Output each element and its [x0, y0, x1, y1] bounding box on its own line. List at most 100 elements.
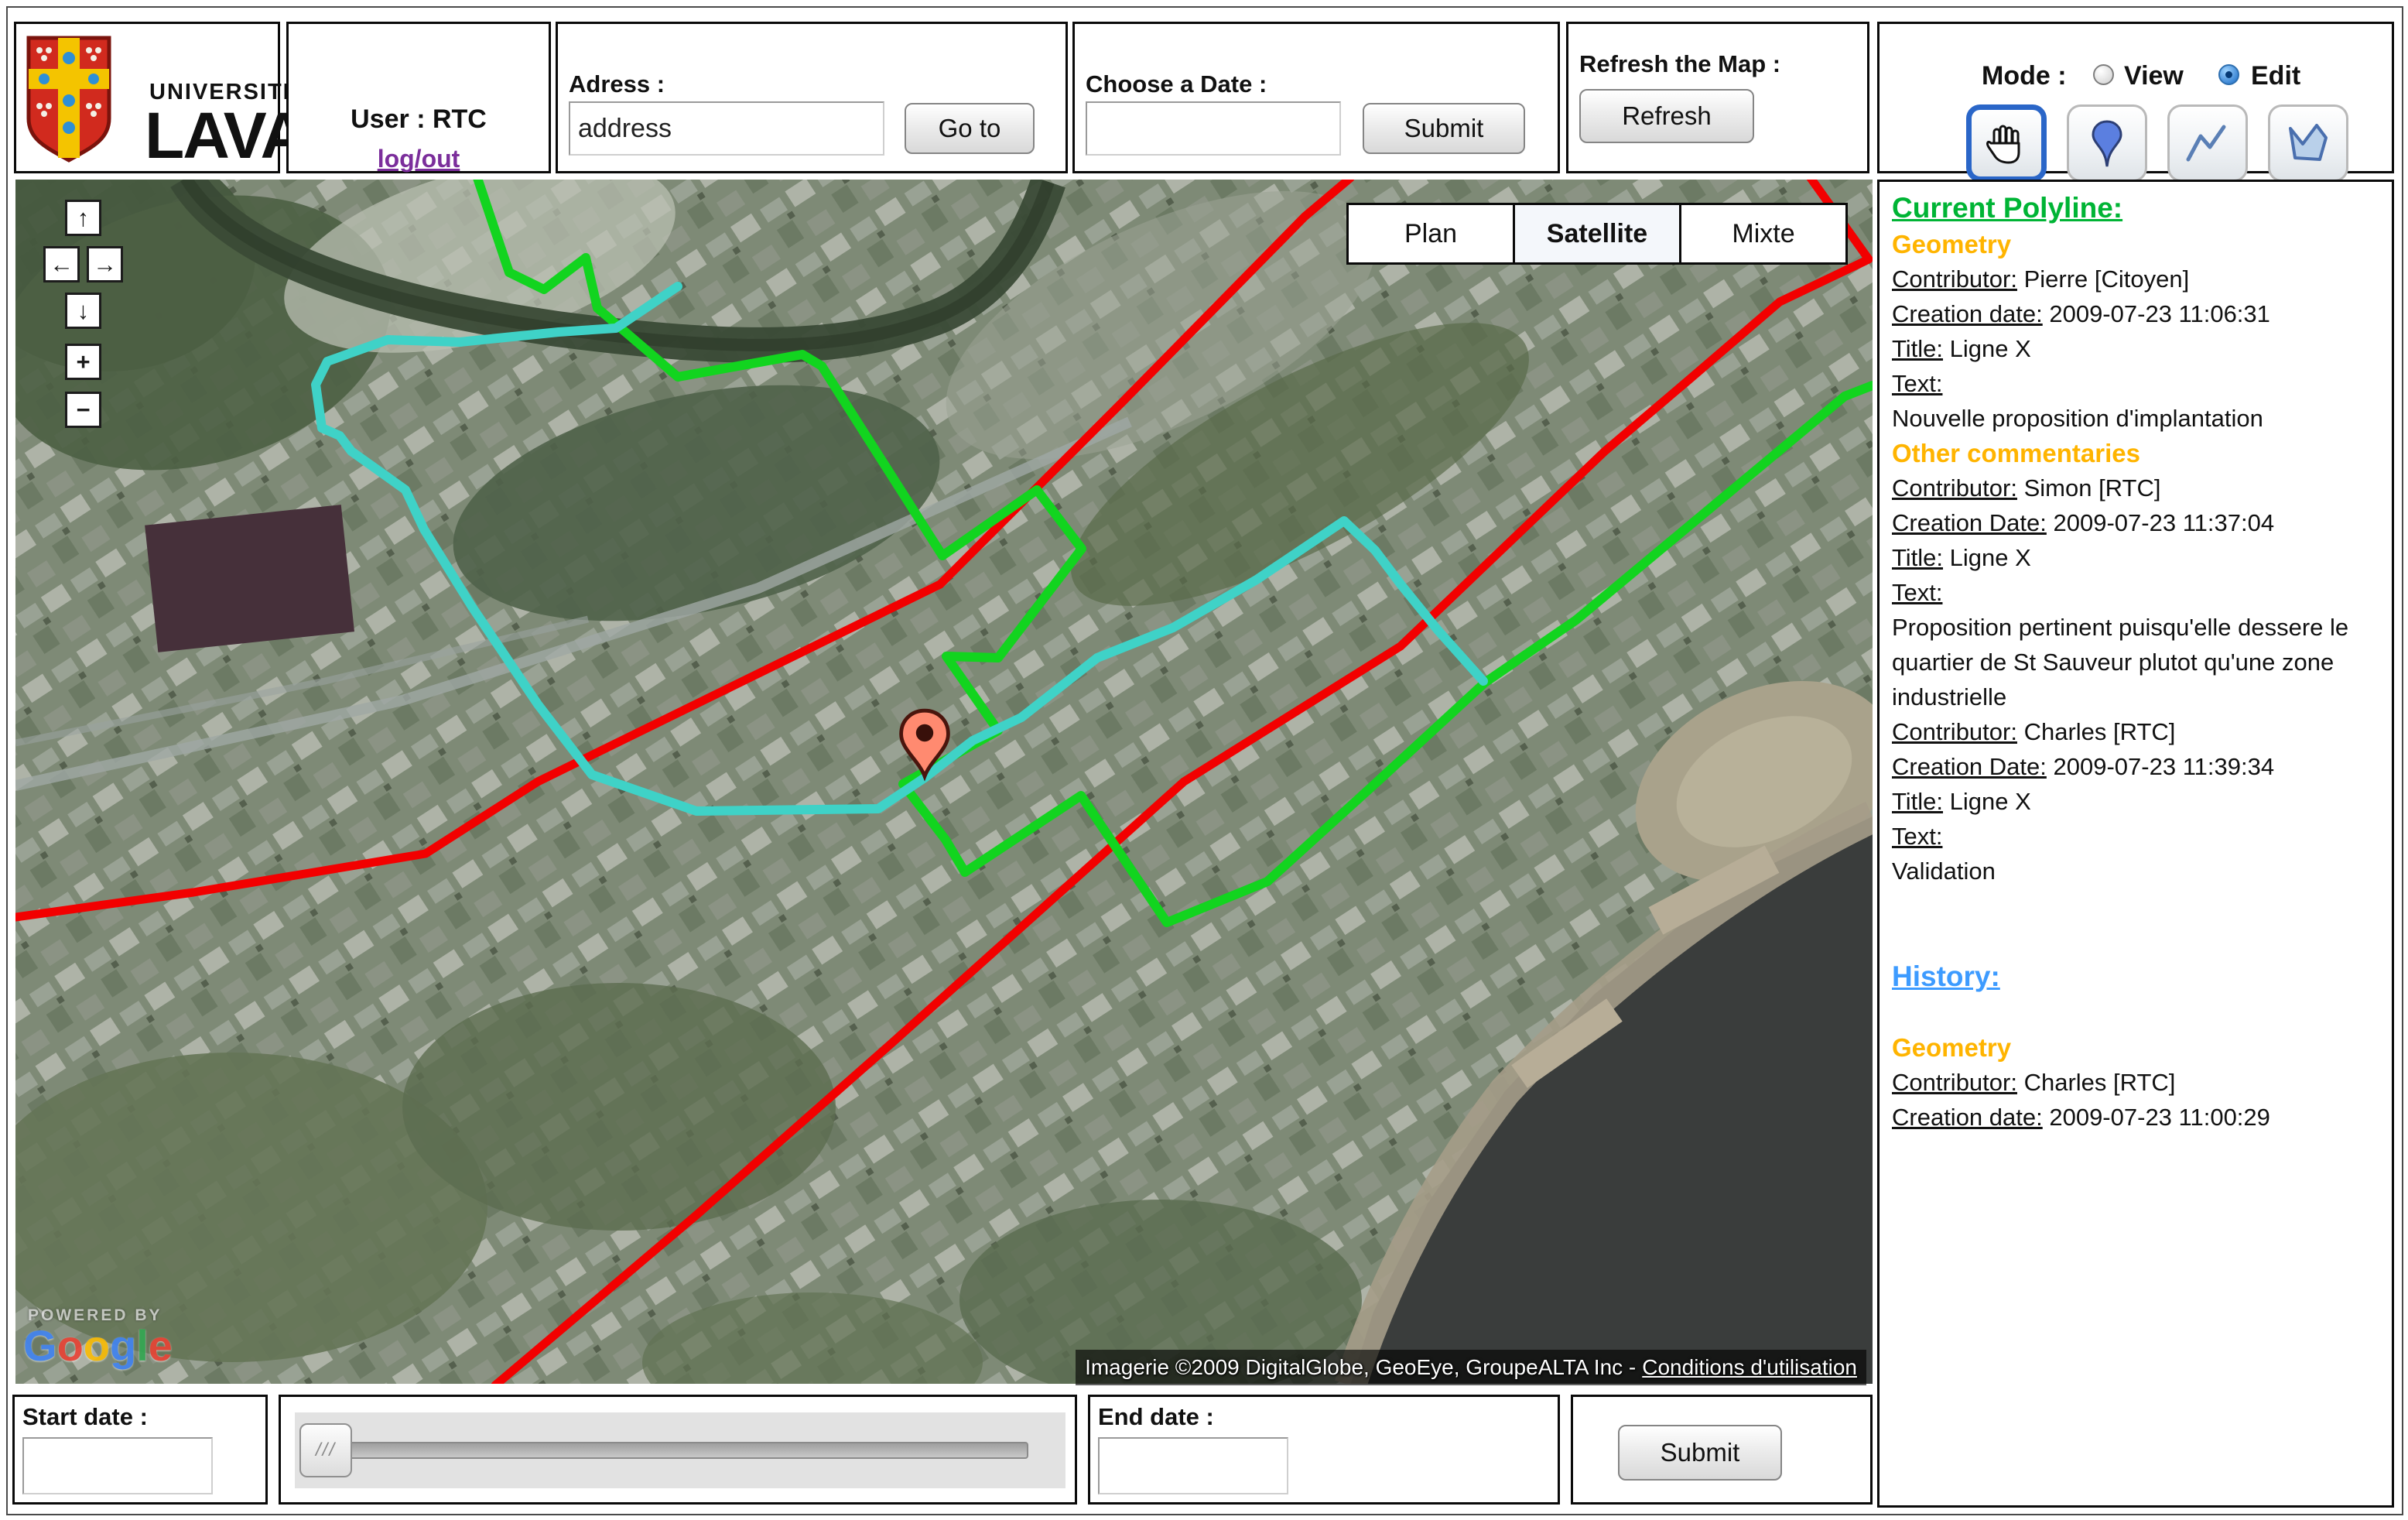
refresh-label: Refresh the Map :	[1579, 50, 1780, 78]
choose-date-input[interactable]	[1086, 101, 1341, 156]
field-value: 2009-07-23 11:00:29	[2043, 1104, 2270, 1131]
refresh-button[interactable]: Refresh	[1579, 89, 1754, 143]
sidebar-line: Other commentaries	[1892, 436, 2379, 471]
sidebar-line: Text:	[1892, 819, 2379, 854]
sidebar-line: Proposition pertinent puisqu'elle desser…	[1892, 610, 2379, 714]
slider-handle[interactable]: ///	[299, 1423, 352, 1477]
mode-edit-label: Edit	[2251, 61, 2300, 91]
arrow-up-icon: ↑	[77, 204, 90, 232]
goto-button[interactable]: Go to	[905, 103, 1035, 154]
map-type-plan-button[interactable]: Plan	[1346, 203, 1515, 265]
mode-edit-radio[interactable]	[2218, 64, 2239, 85]
sidebar-line: Title: Ligne X	[1892, 540, 2379, 575]
field-label: Text:	[1892, 370, 1942, 397]
field-value: Charles [RTC]	[2017, 1069, 2175, 1096]
logo-panel: UNIVERSITÉ LAVAL	[14, 22, 280, 173]
field-label: Title:	[1892, 788, 1943, 815]
sidebar-line: Contributor: Charles [RTC]	[1892, 714, 2379, 749]
hand-tool-button[interactable]	[1966, 104, 2047, 182]
choose-date-submit-button[interactable]: Submit	[1363, 103, 1525, 154]
field-value: Pierre [Citoyen]	[2017, 265, 2189, 293]
slider-track[interactable]	[313, 1442, 1028, 1459]
sidebar-line: Creation Date: 2009-07-23 11:37:04	[1892, 505, 2379, 540]
field-label: Text:	[1892, 579, 1942, 606]
sidebar-line: Text:	[1892, 575, 2379, 610]
sidebar-line: Contributor: Simon [RTC]	[1892, 471, 2379, 505]
plus-icon: +	[76, 348, 90, 376]
logout-link[interactable]: log/out	[289, 145, 549, 173]
field-label: Contributor:	[1892, 265, 2017, 293]
field-value: Simon [RTC]	[2017, 474, 2160, 502]
pan-right-button[interactable]: →	[87, 246, 123, 282]
map-canvas[interactable]	[15, 180, 1873, 1384]
end-date-input[interactable]	[1098, 1437, 1288, 1494]
sidebar-line: Current Polyline:	[1892, 190, 2379, 227]
field-value: Ligne X	[1943, 788, 2031, 815]
user-panel: User : RTC log/out	[286, 22, 551, 173]
end-date-panel: End date :	[1088, 1395, 1560, 1505]
mode-view-label: View	[2124, 61, 2184, 91]
mode-panel: Mode : View Edit	[1877, 22, 2394, 173]
attribution-text: Imagerie ©2009 DigitalGlobe, GeoEye, Gro…	[1085, 1355, 1636, 1380]
hand-icon	[1983, 120, 2030, 166]
university-laval-crest-icon	[26, 35, 112, 163]
sidebar-line: Nouvelle proposition d'implantation	[1892, 401, 2379, 436]
sidebar-line: Text:	[1892, 366, 2379, 401]
polyline-tool-button[interactable]	[2167, 104, 2248, 182]
sidebar-line: Title: Ligne X	[1892, 331, 2379, 366]
field-value: Ligne X	[1943, 335, 2031, 362]
sidebar-line: Geometry	[1892, 1030, 2379, 1065]
time-slider: ///	[295, 1412, 1065, 1488]
zoom-out-button[interactable]: −	[65, 392, 101, 428]
pan-down-button[interactable]: ↓	[65, 293, 101, 329]
choose-date-label: Choose a Date :	[1086, 70, 1267, 98]
user-label: User : RTC	[289, 104, 549, 135]
sidebar-line: Validation	[1892, 854, 2379, 888]
pan-up-button[interactable]: ↑	[65, 200, 101, 236]
map-type-mixte-button[interactable]: Mixte	[1679, 203, 1848, 265]
marker-tool-button[interactable]	[2067, 104, 2147, 182]
arrow-left-icon: ←	[50, 251, 74, 279]
zoom-in-button[interactable]: +	[65, 344, 101, 380]
field-value: Charles [RTC]	[2017, 718, 2175, 745]
field-label: Creation Date:	[1892, 753, 2047, 780]
mode-view-radio[interactable]	[2093, 64, 2114, 85]
pan-left-button[interactable]: ←	[43, 246, 80, 282]
polygon-icon	[2284, 121, 2332, 166]
sidebar-line: Contributor: Charles [RTC]	[1892, 1065, 2379, 1100]
satellite-map-image	[15, 180, 1873, 1384]
end-date-label: End date :	[1098, 1403, 1214, 1431]
minus-icon: −	[76, 396, 90, 424]
map-attribution: Imagerie ©2009 DigitalGlobe, GeoEye, Gro…	[1076, 1350, 1866, 1385]
footer-submit-button[interactable]: Submit	[1618, 1425, 1782, 1481]
field-label: Contributor:	[1892, 718, 2017, 745]
address-input[interactable]	[569, 101, 884, 156]
field-value: Ligne X	[1943, 544, 2031, 571]
terms-link[interactable]: Conditions d'utilisation	[1642, 1355, 1857, 1380]
field-label: Creation Date:	[1892, 509, 2047, 536]
map-type-satellite-button[interactable]: Satellite	[1513, 203, 1681, 265]
marker-icon	[2085, 118, 2129, 168]
mode-label: Mode :	[1982, 61, 2067, 91]
field-value: 2009-07-23 11:06:31	[2043, 300, 2270, 327]
start-date-input[interactable]	[22, 1437, 213, 1494]
field-label: Title:	[1892, 544, 1943, 571]
footer-submit-panel: Submit	[1571, 1395, 1873, 1505]
time-slider-panel: ///	[279, 1395, 1077, 1505]
field-value: 2009-07-23 11:39:34	[2047, 753, 2274, 780]
address-panel: Adress : Go to	[556, 22, 1068, 173]
polyline-icon	[2184, 121, 2232, 166]
start-date-panel: Start date :	[12, 1395, 268, 1505]
start-date-label: Start date :	[22, 1403, 148, 1431]
sidebar-line	[1892, 995, 2379, 1030]
google-logo: Google	[23, 1320, 173, 1371]
field-label: Contributor:	[1892, 1069, 2017, 1096]
polyline-info-sidebar: Current Polyline:GeometryContributor: Pi…	[1877, 180, 2394, 1508]
sidebar-line	[1892, 923, 2379, 958]
sidebar-line: Geometry	[1892, 227, 2379, 262]
sidebar-line: History:	[1892, 958, 2379, 995]
arrow-down-icon: ↓	[77, 297, 90, 325]
polygon-tool-button[interactable]	[2268, 104, 2348, 182]
field-label: Text:	[1892, 823, 1942, 850]
sidebar-line: Creation Date: 2009-07-23 11:39:34	[1892, 749, 2379, 784]
